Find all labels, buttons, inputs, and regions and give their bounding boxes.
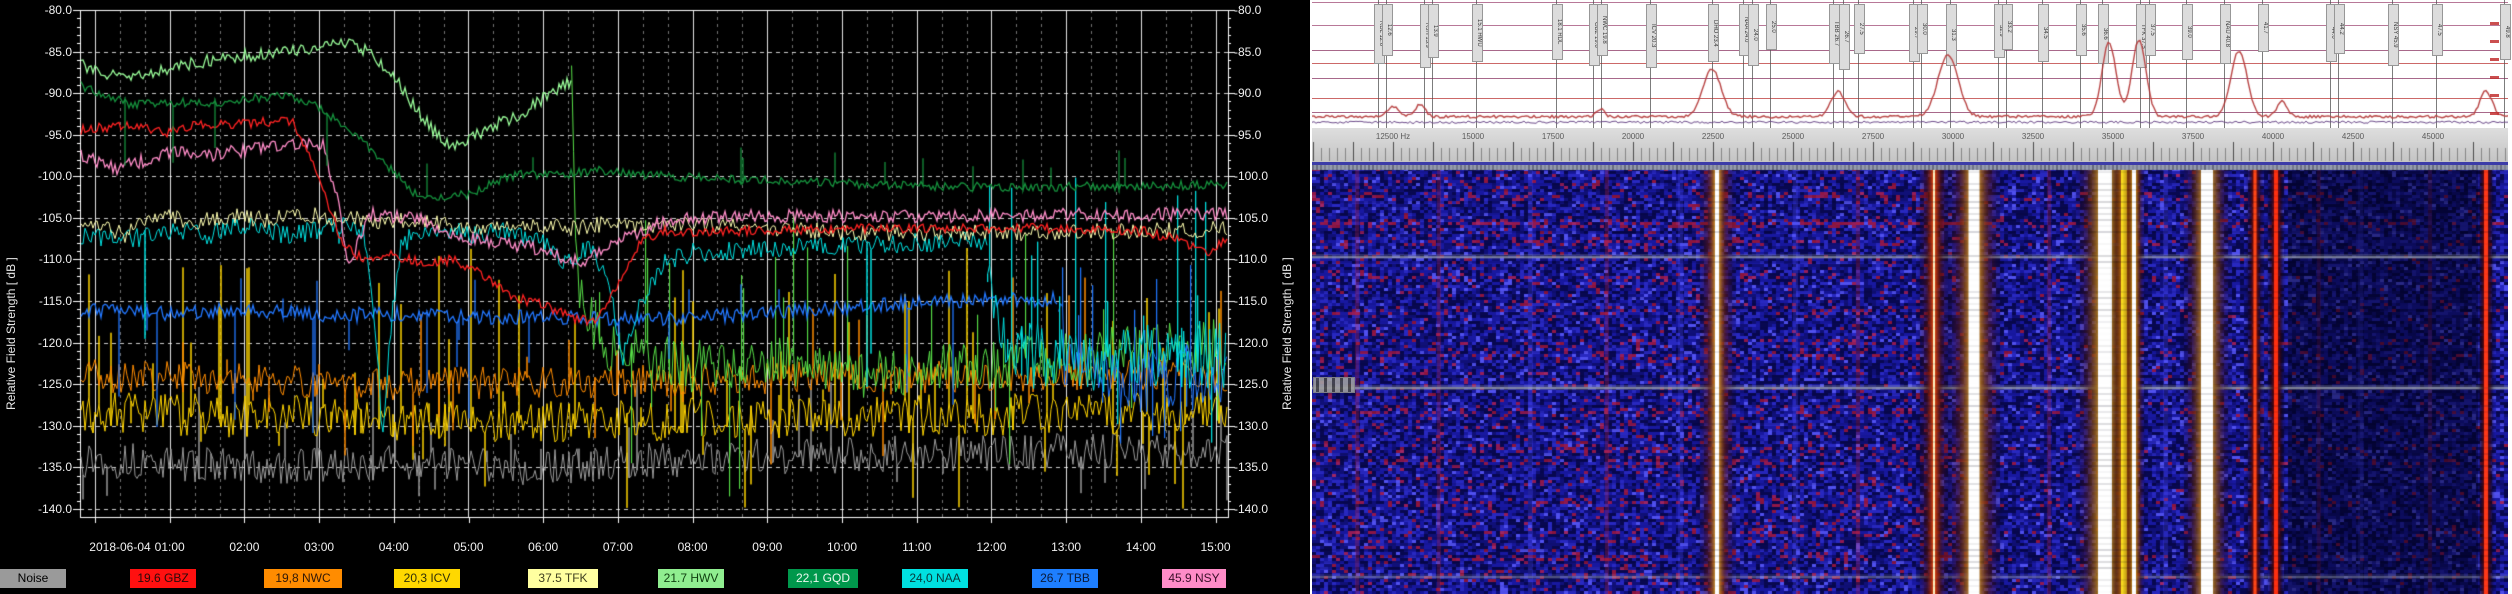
ruler-frequency-label: 40000 [2262, 132, 2284, 141]
ruler-frequency-label: 35000 [2102, 132, 2124, 141]
legend-chip-noise: Noise [0, 569, 66, 588]
y-tick-right: -135.0 [1234, 461, 1268, 473]
y-tick-right: -85.0 [1234, 46, 1261, 58]
field-strength-chart-canvas [0, 0, 1310, 594]
frequency-ruler-ticks [1312, 128, 2508, 162]
ruler-frequency-label: 32500 [2022, 132, 2044, 141]
legend-chip-24-0-naa: 24,0 NAA [902, 569, 968, 588]
frequency-ruler: 12500 Hz 15000 17500 20000 22500 25000 27500 30… [1312, 128, 2508, 162]
ruler-frequency-label: 42500 [2342, 132, 2364, 141]
vlf-monitoring-screen: Relative Field Strength [ dB ] Relative … [0, 0, 2512, 594]
x-tick: 05:00 [453, 541, 483, 553]
ruler-frequency-label: 22500 [1702, 132, 1724, 141]
y-tick-left: -100.0 [16, 170, 72, 182]
x-tick: 10:00 [827, 541, 857, 553]
y-tick-right: -105.0 [1234, 212, 1268, 224]
y-tick-right: -130.0 [1234, 420, 1268, 432]
y-tick-right: -90.0 [1234, 87, 1261, 99]
y-tick-right: -115.0 [1234, 295, 1267, 307]
y-tick-right: -80.0 [1234, 4, 1261, 16]
waterfall-display [1312, 165, 2508, 594]
ruler-frequency-label: 20000 [1622, 132, 1644, 141]
x-tick: 13:00 [1051, 541, 1081, 553]
legend-chip-19-8-nwc: 19,8 NWC [264, 569, 342, 588]
y-tick-left: -130.0 [16, 420, 72, 432]
legend-chip-19-6-gbz: 19.6 GBZ [130, 569, 196, 588]
legend-chip-26-7-tbb: 26.7 TBB [1032, 569, 1098, 588]
y-axis-label-right: Relative Field Strength [ dB ] [1280, 257, 1294, 410]
y-tick-left: -105.0 [16, 212, 72, 224]
x-tick: 04:00 [379, 541, 409, 553]
y-tick-left: -95.0 [16, 129, 72, 141]
spectrum-scale-tick [2490, 58, 2499, 61]
legend-chip-21-7-hwv: 21.7 HWV [658, 569, 724, 588]
y-tick-left: -80.0 [16, 4, 72, 16]
x-tick: 15:00 [1200, 541, 1230, 553]
x-tick: 07:00 [603, 541, 633, 553]
legend-chip-45-9-nsy: 45.9 NSY [1162, 569, 1226, 588]
y-tick-left: -110.0 [16, 253, 72, 265]
ruler-frequency-label: 25000 [1782, 132, 1804, 141]
waterfall-divider-line [1312, 162, 2508, 165]
spectrum-scale-tick [2490, 112, 2499, 115]
ruler-frequency-label: 17500 [1542, 132, 1564, 141]
legend-chip-37-5-tfk: 37.5 TFK [528, 569, 598, 588]
ruler-frequency-label: 45000 [2422, 132, 2444, 141]
y-tick-left: -125.0 [16, 378, 72, 390]
y-tick-right: -125.0 [1234, 378, 1268, 390]
legend-chip-20-3-icv: 20,3 ICV [394, 569, 460, 588]
spectrum-trace-canvas [1312, 0, 2508, 128]
x-tick: 08:00 [678, 541, 708, 553]
y-tick-left: -135.0 [16, 461, 72, 473]
x-tick: 03:00 [304, 541, 334, 553]
spectrum-panel: RDL 12.612.6RJH 13.913.915.1 HWU18.1 RDL… [1312, 0, 2508, 594]
y-tick-right: -95.0 [1234, 129, 1261, 141]
y-tick-left: -85.0 [16, 46, 72, 58]
y-tick-left: -120.0 [16, 337, 72, 349]
ruler-frequency-label: 30000 [1942, 132, 1964, 141]
x-tick: 01:00 [155, 541, 185, 553]
y-tick-left: -90.0 [16, 87, 72, 99]
x-tick: 11:00 [902, 541, 931, 553]
x-tick: 14:00 [1126, 541, 1156, 553]
y-tick-right: -140.0 [1234, 503, 1268, 515]
x-tick: 06:00 [528, 541, 558, 553]
x-tick: 02:00 [229, 541, 259, 553]
ruler-frequency-label: 12500 Hz [1376, 132, 1410, 141]
spectrum-scale-tick [2490, 40, 2499, 43]
y-tick-right: -120.0 [1234, 337, 1268, 349]
waterfall-time-label [1313, 377, 1355, 393]
spectrum-scale-tick [2490, 76, 2499, 79]
spectrum-scale-tick [2490, 22, 2499, 25]
x-axis-date-label: 2018-06-04 [89, 541, 150, 553]
spectrum-scale-tick [2490, 94, 2499, 97]
y-tick-left: -115.0 [16, 295, 72, 307]
y-tick-right: -110.0 [1234, 253, 1267, 265]
y-tick-right: -100.0 [1234, 170, 1268, 182]
x-tick: 12:00 [976, 541, 1006, 553]
y-tick-left: -140.0 [16, 503, 72, 515]
x-tick: 09:00 [752, 541, 782, 553]
field-strength-chart-panel: Relative Field Strength [ dB ] Relative … [0, 0, 1310, 594]
legend-chip-22-1-gqd: 22,1 GQD [788, 569, 858, 588]
ruler-frequency-label: 27500 [1862, 132, 1884, 141]
ruler-frequency-label: 37500 [2182, 132, 2204, 141]
ruler-frequency-label: 15000 [1462, 132, 1484, 141]
